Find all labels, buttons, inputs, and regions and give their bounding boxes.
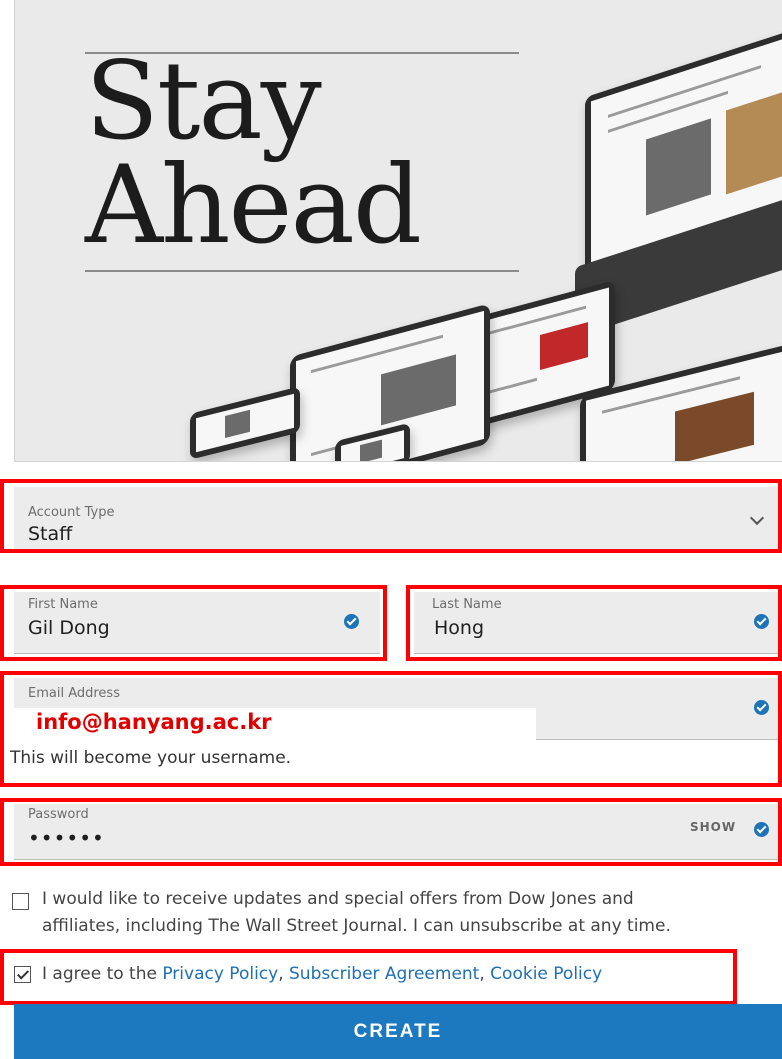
marketing-opt-in-line2: affiliates, including The Wall Street Jo… xyxy=(42,916,671,936)
signup-page: Stay Ahead Account Type Staff First Name… xyxy=(0,0,782,1059)
annotation-box-first-name xyxy=(0,585,387,661)
hero-title-line1: Stay xyxy=(85,39,322,164)
create-button[interactable]: CREATE xyxy=(14,1004,782,1059)
phone-image-left xyxy=(190,386,300,460)
hero-title-line2: Ahead xyxy=(85,143,422,268)
annotation-box-terms xyxy=(0,949,737,1005)
marketing-opt-in-text: I would like to receive updates and spec… xyxy=(42,886,671,940)
marketing-opt-in-line1: I would like to receive updates and spec… xyxy=(42,889,634,909)
annotation-box-password xyxy=(0,798,782,866)
hero-title: Stay Ahead xyxy=(85,39,422,268)
hero-rule-bottom xyxy=(85,270,519,272)
annotation-box-account-type xyxy=(0,479,782,553)
hero-banner: Stay Ahead xyxy=(14,0,782,462)
annotation-box-last-name xyxy=(406,585,782,661)
annotation-box-email xyxy=(0,671,782,787)
marketing-opt-in-checkbox[interactable] xyxy=(12,893,29,910)
